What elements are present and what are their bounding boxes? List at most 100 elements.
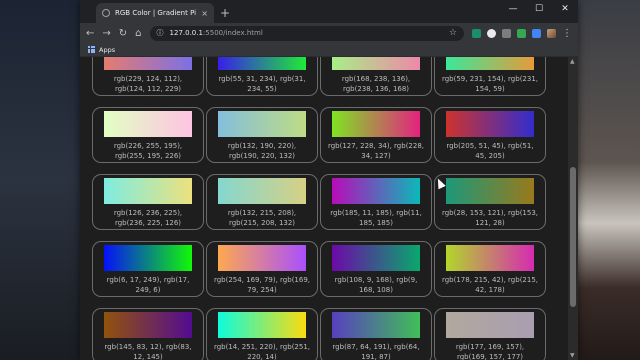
gradient-card[interactable]: rgb(14, 251, 220), rgb(251, 220, 14) [206,308,318,360]
gradient-card[interactable]: rgb(185, 11, 185), rgb(11, 185, 185) [320,174,432,230]
gradient-swatch [332,312,420,338]
gradient-swatch [218,245,306,271]
gradient-card[interactable]: rgb(6, 17, 249), rgb(17, 249, 6) [92,241,204,297]
gradient-card[interactable]: rgb(132, 215, 208), rgb(215, 208, 132) [206,174,318,230]
bookmark-star-icon[interactable]: ☆ [449,28,457,38]
gradient-card[interactable]: rgb(254, 169, 79), rgb(169, 79, 254) [206,241,318,297]
minimize-button[interactable]: — [500,0,526,18]
gradient-label: rgb(254, 169, 79), rgb(169, 79, 254) [213,276,311,294]
gradient-swatch [218,57,306,70]
gradient-label: rgb(28, 153, 121), rgb(153, 121, 28) [441,209,539,227]
reload-button[interactable]: ↻ [119,28,127,39]
url-host: 127.0.0.1 [169,29,203,37]
info-icon[interactable]: ⓘ [157,28,164,38]
gradient-card[interactable]: rgb(108, 9, 168), rgb(9, 168, 108) [320,241,432,297]
url-path: :5500/index.html [202,29,263,37]
gradient-label: rgb(126, 236, 225), rgb(236, 225, 126) [113,209,183,227]
gradient-label: rgb(132, 215, 208), rgb(215, 208, 132) [227,209,297,227]
gradient-swatch [104,57,192,70]
gradient-label: rgb(127, 228, 34), rgb(228, 34, 127) [327,142,425,160]
gradient-swatch [446,111,534,137]
gradient-swatch [446,178,534,204]
gradient-card[interactable]: rgb(127, 228, 34), rgb(228, 34, 127) [320,107,432,163]
gradient-swatch [218,111,306,137]
extension-icon-4[interactable] [517,28,526,38]
desktop-background-right [578,0,640,360]
gradient-swatch [332,245,420,271]
forward-button[interactable]: → [102,28,110,39]
desktop-background-left [0,0,80,360]
scroll-up-icon[interactable]: ▲ [570,58,575,65]
page-content: rgb(229, 124, 112), rgb(124, 112, 229) rg… [80,57,578,360]
menu-icon[interactable]: ⋮ [562,28,572,39]
gradient-swatch [446,312,534,338]
extension-icon-2[interactable] [487,28,496,38]
title-bar: RGB Color | Gradient Picker × + — ☐ ✕ [80,0,578,23]
gradient-label: rgb(14, 251, 220), rgb(251, 220, 14) [213,343,311,360]
extension-icon-1[interactable] [472,28,481,38]
gradient-label: rgb(178, 215, 42), rgb(215, 42, 178) [441,276,539,294]
back-button[interactable]: ← [86,28,94,39]
address-bar[interactable]: ⓘ 127.0.0.1 :5500/index.html ☆ [149,25,464,41]
gradient-label: rgb(59, 231, 154), rgb(231, 154, 59) [441,75,539,93]
gradient-label: rgb(177, 169, 157), rgb(169, 157, 177) [455,343,525,360]
gradient-card[interactable]: rgb(229, 124, 112), rgb(124, 112, 229) [92,57,204,96]
gradient-swatch [104,111,192,137]
gradient-swatch [218,312,306,338]
globe-icon [102,9,110,17]
gradient-grid: rgb(229, 124, 112), rgb(124, 112, 229) rg… [92,57,562,360]
gradient-swatch [446,245,534,271]
browser-toolbar: ← → ↻ ⌂ ⓘ 127.0.0.1 :5500/index.html ☆ ⋮ [80,23,578,43]
gradient-label: rgb(229, 124, 112), rgb(124, 112, 229) [113,75,183,93]
gradient-label: rgb(226, 255, 195), rgb(255, 195, 226) [113,142,183,160]
gradient-label: rgb(87, 64, 191), rgb(64, 191, 87) [332,343,420,360]
gradient-label: rgb(6, 17, 249), rgb(17, 249, 6) [106,276,190,294]
home-button[interactable]: ⌂ [135,28,141,39]
gradient-card[interactable]: rgb(132, 190, 220), rgb(190, 220, 132) [206,107,318,163]
window-controls: — ☐ ✕ [500,0,578,18]
apps-grid-icon[interactable] [88,46,95,53]
gradient-card[interactable]: rgb(126, 236, 225), rgb(236, 225, 126) [92,174,204,230]
gradient-swatch [446,57,534,70]
gradient-label: rgb(205, 51, 45), rgb(51, 45, 205) [446,142,534,160]
gradient-card[interactable]: rgb(87, 64, 191), rgb(64, 191, 87) [320,308,432,360]
gradient-card[interactable]: rgb(59, 231, 154), rgb(231, 154, 59) [434,57,546,96]
gradient-swatch [218,178,306,204]
gradient-card[interactable]: rgb(205, 51, 45), rgb(51, 45, 205) [434,107,546,163]
gradient-card[interactable]: rgb(55, 31, 234), rgb(31, 234, 55) [206,57,318,96]
gradient-card[interactable]: rgb(28, 153, 121), rgb(153, 121, 28) [434,174,546,230]
browser-window: RGB Color | Gradient Picker × + — ☐ ✕ ← … [80,0,578,360]
scrollbar[interactable]: ▲ ▼ [568,57,578,360]
bookmarks-bar: Apps [80,43,578,57]
gradient-label: rgb(108, 9, 168), rgb(9, 168, 108) [334,276,418,294]
gradient-label: rgb(132, 190, 220), rgb(190, 220, 132) [227,142,297,160]
extension-icon-5[interactable] [532,28,541,38]
apps-bookmark[interactable]: Apps [99,46,115,54]
gradient-swatch [104,245,192,271]
close-window-button[interactable]: ✕ [552,0,578,18]
gradient-swatch [104,312,192,338]
new-tab-button[interactable]: + [220,6,230,20]
gradient-card[interactable]: rgb(178, 215, 42), rgb(215, 42, 178) [434,241,546,297]
extension-icon-3[interactable] [502,28,511,38]
gradient-label: rgb(145, 83, 12), rgb(83, 12, 145) [104,343,192,360]
maximize-button[interactable]: ☐ [526,0,552,18]
gradient-swatch [104,178,192,204]
extensions-area: ⋮ [472,28,572,39]
scroll-down-icon[interactable]: ▼ [570,352,575,359]
gradient-card[interactable]: rgb(177, 169, 157), rgb(169, 157, 177) [434,308,546,360]
gradient-card[interactable]: rgb(226, 255, 195), rgb(255, 195, 226) [92,107,204,163]
gradient-label: rgb(168, 238, 136), rgb(238, 136, 168) [341,75,411,93]
gradient-card[interactable]: rgb(168, 238, 136), rgb(238, 136, 168) [320,57,432,96]
scrollbar-thumb[interactable] [570,167,576,307]
gradient-label: rgb(185, 11, 185), rgb(11, 185, 185) [330,209,422,227]
profile-avatar[interactable] [547,28,556,38]
tab-title: RGB Color | Gradient Picker [115,9,197,17]
tab-close-icon[interactable]: × [201,9,208,18]
gradient-card[interactable]: rgb(145, 83, 12), rgb(83, 12, 145) [92,308,204,360]
gradient-label: rgb(55, 31, 234), rgb(31, 234, 55) [218,75,306,93]
gradient-swatch [332,57,420,70]
browser-tab[interactable]: RGB Color | Gradient Picker × [96,3,214,23]
gradient-swatch [332,178,420,204]
gradient-swatch [332,111,420,137]
